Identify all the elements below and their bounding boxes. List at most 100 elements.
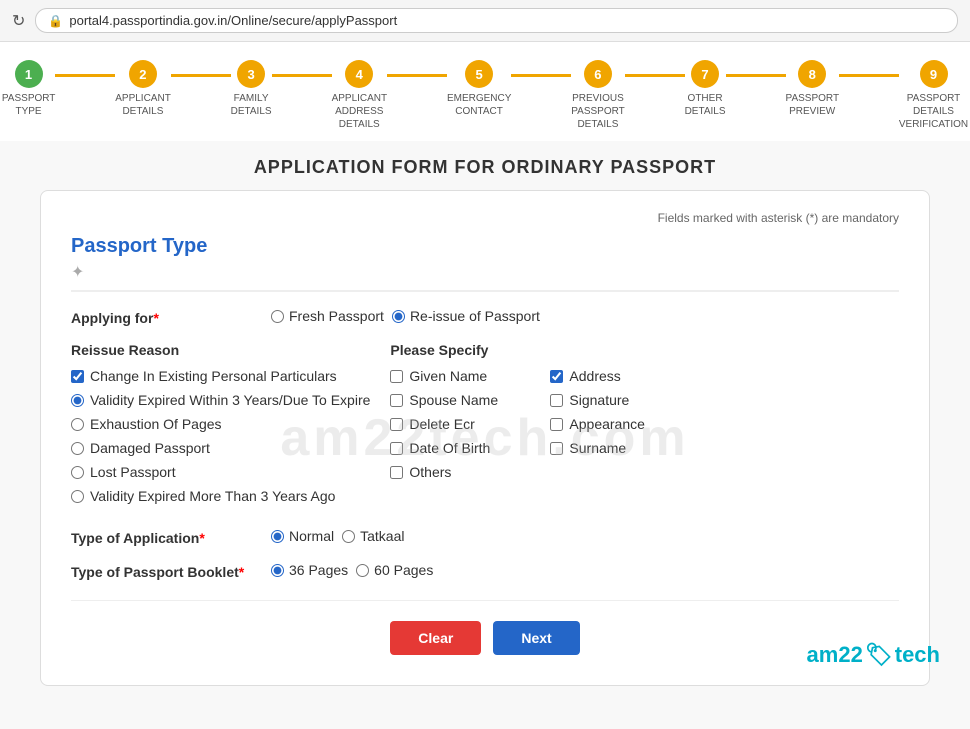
specify-address[interactable]: Address: [550, 368, 680, 384]
specify-surname-label: Surname: [569, 440, 626, 456]
page-content: 1 PASSPORT TYPE 2 APPLICANT DETAILS 3 FA…: [0, 42, 970, 729]
specify-surname[interactable]: Surname: [550, 440, 680, 456]
specify-address-label: Address: [569, 368, 620, 384]
fresh-passport-option[interactable]: Fresh Passport: [271, 308, 384, 324]
brand-emoji-icon: 🏷: [865, 642, 893, 668]
reissue-validity-3yr-radio[interactable]: [71, 394, 84, 407]
pages-60-radio[interactable]: [356, 564, 369, 577]
passport-booklet-label: Type of Passport Booklet*: [71, 562, 271, 580]
pages-36-option[interactable]: 36 Pages: [271, 562, 348, 578]
url-bar[interactable]: 🔒 portal4.passportindia.gov.in/Online/se…: [35, 8, 958, 33]
compass-icon: ✦: [71, 262, 899, 282]
specify-delete-ecr[interactable]: Delete Ecr: [390, 416, 520, 432]
reissue-change-personal-label: Change In Existing Personal Particulars: [90, 368, 337, 384]
reissue-validity-more-3yr-radio[interactable]: [71, 490, 84, 503]
pages-36-radio[interactable]: [271, 564, 284, 577]
connector-6-7: [625, 74, 685, 77]
reissue-validity-3yr[interactable]: Validity Expired Within 3 Years/Due To E…: [71, 392, 370, 408]
specify-appearance[interactable]: Appearance: [550, 416, 680, 432]
passport-booklet-row: Type of Passport Booklet* 36 Pages 60 Pa…: [71, 562, 899, 580]
refresh-icon[interactable]: ↻: [12, 11, 25, 31]
step-5-label: EMERGENCY CONTACT: [447, 92, 511, 118]
reissue-reason-col: Reissue Reason Change In Existing Person…: [71, 342, 370, 512]
please-specify-col: Please Specify Given Name Spouse: [390, 342, 899, 512]
specify-given-name[interactable]: Given Name: [390, 368, 520, 384]
specify-spouse-name[interactable]: Spouse Name: [390, 392, 520, 408]
specify-others-checkbox[interactable]: [390, 466, 403, 479]
reissue-change-personal-checkbox[interactable]: [71, 370, 84, 383]
section-divider: [71, 290, 899, 292]
please-specify-col1: Given Name Spouse Name Delete Ecr: [390, 368, 520, 488]
tatkaal-radio[interactable]: [342, 530, 355, 543]
clear-button[interactable]: Clear: [390, 621, 481, 655]
specify-spouse-name-checkbox[interactable]: [390, 394, 403, 407]
normal-label: Normal: [289, 528, 334, 544]
reissue-please-specify-section: Reissue Reason Change In Existing Person…: [71, 342, 899, 512]
reissue-passport-radio[interactable]: [392, 310, 405, 323]
step-9-label: PASSPORT DETAILS VERIFICATION: [899, 92, 968, 131]
mandatory-note: Fields marked with asterisk (*) are mand…: [71, 211, 899, 225]
section-title: Passport Type: [71, 235, 899, 258]
step-6-circle: 6: [584, 60, 612, 88]
reissue-lost[interactable]: Lost Passport: [71, 464, 370, 480]
please-specify-inner: Given Name Spouse Name Delete Ecr: [390, 368, 680, 488]
brand-text-right: tech: [895, 642, 940, 668]
reissue-exhaustion[interactable]: Exhaustion Of Pages: [71, 416, 370, 432]
form-card: Fields marked with asterisk (*) are mand…: [40, 190, 930, 686]
specify-given-name-checkbox[interactable]: [390, 370, 403, 383]
reissue-damaged-radio[interactable]: [71, 442, 84, 455]
url-text: portal4.passportindia.gov.in/Online/secu…: [69, 13, 397, 28]
next-button[interactable]: Next: [493, 621, 579, 655]
applying-for-controls: Fresh Passport Re-issue of Passport: [271, 308, 540, 324]
reissue-passport-option[interactable]: Re-issue of Passport: [392, 308, 540, 324]
step-7[interactable]: 7 OTHER DETAILS: [685, 60, 726, 118]
applying-for-row: Applying for* Fresh Passport Re-issue of…: [71, 308, 899, 326]
step-3[interactable]: 3 FAMILY DETAILS: [231, 60, 272, 118]
applying-for-label: Applying for*: [71, 308, 271, 326]
specify-others[interactable]: Others: [390, 464, 520, 480]
specify-date-of-birth[interactable]: Date Of Birth: [390, 440, 520, 456]
normal-option[interactable]: Normal: [271, 528, 334, 544]
step-2-label: APPLICANT DETAILS: [115, 92, 170, 118]
reissue-damaged[interactable]: Damaged Passport: [71, 440, 370, 456]
connector-3-4: [272, 74, 332, 77]
specify-signature[interactable]: Signature: [550, 392, 680, 408]
specify-others-label: Others: [409, 464, 451, 480]
reissue-validity-more-3yr[interactable]: Validity Expired More Than 3 Years Ago: [71, 488, 370, 504]
reissue-passport-label: Re-issue of Passport: [410, 308, 540, 324]
tatkaal-option[interactable]: Tatkaal: [342, 528, 404, 544]
please-specify-col2: Address Signature Appearance: [550, 368, 680, 488]
type-application-required: *: [199, 530, 204, 546]
reissue-exhaustion-radio[interactable]: [71, 418, 84, 431]
connector-8-9: [839, 74, 899, 77]
step-5[interactable]: 5 EMERGENCY CONTACT: [447, 60, 511, 118]
step-3-label: FAMILY DETAILS: [231, 92, 272, 118]
specify-appearance-checkbox[interactable]: [550, 418, 563, 431]
specify-surname-checkbox[interactable]: [550, 442, 563, 455]
lock-icon: 🔒: [48, 14, 63, 28]
step-8[interactable]: 8 PASSPORT PREVIEW: [786, 60, 839, 118]
step-6[interactable]: 6 PREVIOUS PASSPORT DETAILS: [571, 60, 624, 131]
specify-address-checkbox[interactable]: [550, 370, 563, 383]
specify-date-of-birth-label: Date Of Birth: [409, 440, 490, 456]
please-specify-title: Please Specify: [390, 342, 680, 358]
connector-1-2: [55, 74, 115, 77]
specify-date-of-birth-checkbox[interactable]: [390, 442, 403, 455]
step-4[interactable]: 4 APPLICANT ADDRESS DETAILS: [332, 60, 387, 131]
normal-radio[interactable]: [271, 530, 284, 543]
reissue-exhaustion-label: Exhaustion Of Pages: [90, 416, 222, 432]
fresh-passport-radio[interactable]: [271, 310, 284, 323]
reissue-lost-radio[interactable]: [71, 466, 84, 479]
pages-60-option[interactable]: 60 Pages: [356, 562, 433, 578]
step-4-circle: 4: [345, 60, 373, 88]
step-9[interactable]: 9 PASSPORT DETAILS VERIFICATION: [899, 60, 968, 131]
specify-delete-ecr-checkbox[interactable]: [390, 418, 403, 431]
step-1[interactable]: 1 PASSPORT TYPE: [2, 60, 55, 118]
specify-signature-checkbox[interactable]: [550, 394, 563, 407]
specify-signature-label: Signature: [569, 392, 629, 408]
specify-delete-ecr-label: Delete Ecr: [409, 416, 474, 432]
step-2[interactable]: 2 APPLICANT DETAILS: [115, 60, 170, 118]
pages-36-label: 36 Pages: [289, 562, 348, 578]
reissue-change-personal[interactable]: Change In Existing Personal Particulars: [71, 368, 370, 384]
step-5-circle: 5: [465, 60, 493, 88]
